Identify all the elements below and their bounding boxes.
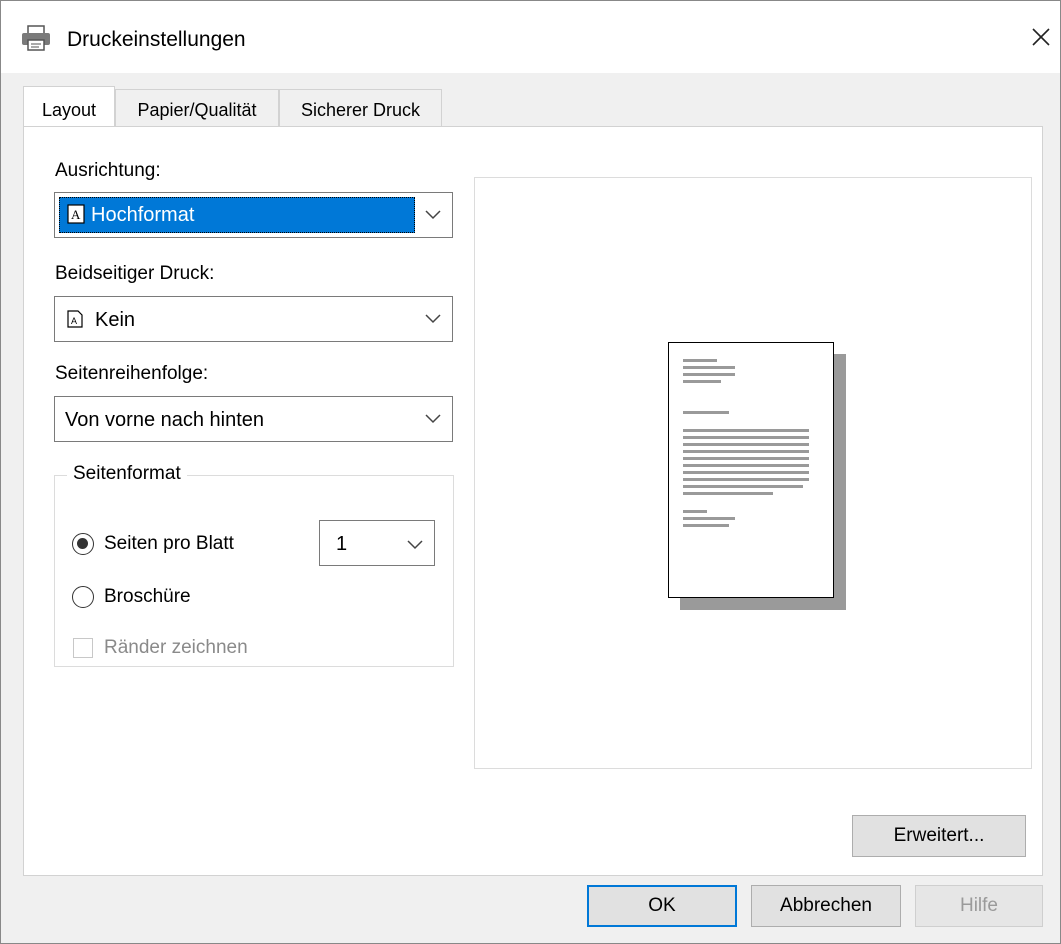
text-line	[683, 485, 803, 488]
single-page-icon: A	[67, 310, 83, 328]
pages-per-sheet-value: 1	[336, 533, 348, 555]
duplex-label: Beidseitiger Druck:	[55, 263, 215, 284]
page-order-value: Von vorne nach hinten	[65, 409, 265, 431]
printer-icon	[22, 25, 50, 51]
page-order-select[interactable]: Von vorne nach hinten	[54, 396, 453, 442]
chevron-down-icon	[407, 540, 423, 550]
pages-per-sheet-select[interactable]: 1	[319, 520, 435, 566]
layout-panel: Ausrichtung: A Hochformat Beidseitiger D…	[23, 126, 1043, 876]
chevron-down-icon	[425, 414, 441, 424]
text-line	[683, 373, 735, 376]
preview-page	[668, 342, 834, 598]
duplex-value: Kein	[95, 309, 136, 331]
text-line	[683, 471, 809, 474]
cancel-button[interactable]: Abbrechen	[751, 885, 901, 927]
portrait-icon: A	[67, 204, 85, 224]
page-order-label: Seitenreihenfolge:	[55, 363, 209, 384]
svg-text:A: A	[71, 316, 77, 326]
text-line	[683, 450, 809, 453]
title-bar: Druckeinstellungen	[1, 1, 1060, 73]
text-line	[683, 366, 735, 369]
text-line	[683, 443, 809, 446]
orientation-label: Ausrichtung:	[55, 160, 161, 181]
close-button[interactable]	[1025, 21, 1057, 53]
duplex-select[interactable]: A Kein	[54, 296, 453, 342]
text-line	[683, 429, 809, 432]
text-line	[683, 524, 729, 527]
page-preview	[474, 177, 1032, 769]
booklet-label[interactable]: Broschüre	[104, 586, 191, 608]
text-line	[683, 359, 717, 362]
page-format-group: Seitenformat Seiten pro Blatt 1 Broschür…	[54, 463, 454, 667]
text-line	[683, 492, 773, 495]
draw-borders-checkbox[interactable]	[73, 638, 93, 658]
window-title: Druckeinstellungen	[67, 28, 246, 51]
text-line	[683, 457, 809, 460]
ok-button[interactable]: OK	[587, 885, 737, 927]
orientation-select[interactable]: A Hochformat	[54, 192, 453, 238]
draw-borders-label: Ränder zeichnen	[104, 637, 248, 658]
svg-text:A: A	[71, 207, 81, 222]
help-button[interactable]: Hilfe	[915, 885, 1043, 927]
text-line	[683, 517, 735, 520]
page-format-title: Seitenformat	[67, 463, 187, 485]
orientation-value: Hochformat	[91, 204, 195, 226]
chevron-down-icon	[425, 314, 441, 324]
booklet-radio[interactable]	[72, 586, 94, 608]
text-line	[683, 510, 707, 513]
text-line	[683, 464, 809, 467]
chevron-down-icon	[425, 210, 441, 220]
tab-paper-quality[interactable]: Papier/Qualität	[115, 89, 279, 127]
pages-per-sheet-label[interactable]: Seiten pro Blatt	[104, 533, 234, 555]
text-line	[683, 478, 809, 481]
text-line	[683, 380, 721, 383]
close-icon	[1032, 28, 1050, 46]
pages-per-sheet-radio[interactable]	[72, 533, 94, 555]
print-settings-dialog: Druckeinstellungen Layout Papier/Qualitä…	[0, 0, 1061, 944]
tab-layout[interactable]: Layout	[23, 86, 115, 126]
text-line	[683, 411, 729, 414]
tab-secure-print[interactable]: Sicherer Druck	[279, 89, 442, 127]
advanced-button[interactable]: Erweitert...	[852, 815, 1026, 857]
text-line	[683, 436, 809, 439]
